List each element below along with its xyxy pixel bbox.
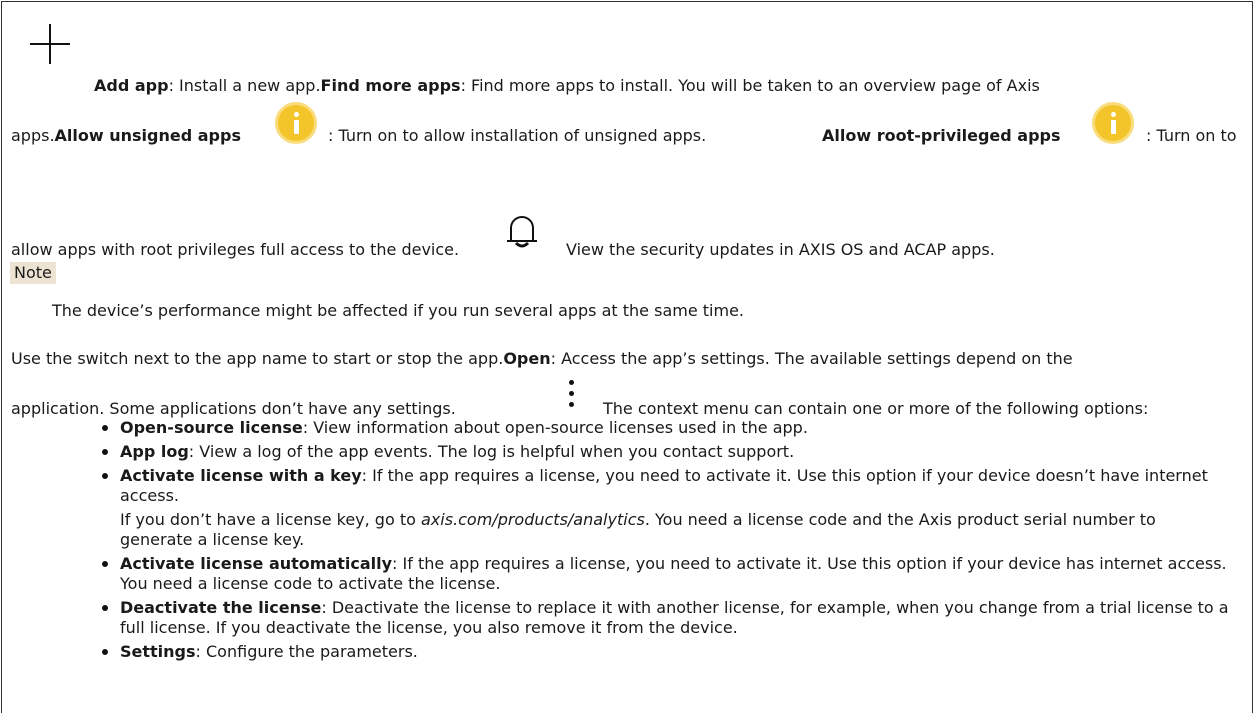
info-icon[interactable] [275, 102, 317, 144]
bell-icon[interactable] [503, 212, 541, 250]
allow-unsigned-label[interactable]: Allow unsigned apps [55, 126, 241, 145]
allow-root-label[interactable]: Allow root-privileged apps [822, 126, 1061, 146]
option-label[interactable]: App log [120, 442, 189, 461]
line-1: Add app: Install a new app.Find more app… [94, 76, 1040, 96]
note-label: Note [10, 262, 56, 284]
option-desc: : View a log of the app events. The log … [188, 442, 795, 461]
open-label[interactable]: Open [503, 349, 550, 368]
context-options-list: Open-source license: View information ab… [102, 418, 1232, 666]
security-updates-desc: View the security updates in AXIS OS and… [566, 240, 995, 259]
option-label[interactable]: Deactivate the license [120, 598, 321, 617]
option-label[interactable]: Activate license with a key [120, 466, 362, 485]
context-menu-icon-dot [569, 391, 574, 396]
allow-root-desc-cont: allow apps with root privileges full acc… [11, 240, 460, 259]
option-extra: If you don’t have a license key, go to a… [120, 510, 1232, 550]
option-label[interactable]: Settings [120, 642, 196, 661]
open-desc: : Access the app’s settings. The availab… [550, 349, 1073, 368]
option-label[interactable]: Activate license automatically [120, 554, 392, 573]
add-app-label[interactable]: Add app [94, 76, 169, 95]
option-desc: : View information about open-source lic… [302, 418, 808, 437]
list-item: Open-source license: View information ab… [102, 418, 1232, 438]
add-icon[interactable] [30, 24, 70, 64]
analytics-link[interactable]: axis.com/products/analytics [421, 510, 645, 529]
find-more-apps-label[interactable]: Find more apps [321, 76, 461, 95]
list-item: Activate license automatically: If the a… [102, 554, 1232, 594]
find-more-apps-desc-cont: apps. [11, 126, 55, 145]
context-menu-desc: The context menu can contain one or more… [603, 399, 1149, 418]
context-menu-icon-dot [569, 402, 574, 407]
app-switch-line: Use the switch next to the app name to s… [11, 349, 1073, 369]
allow-unsigned-desc: : Turn on to allow installation of unsig… [328, 126, 707, 145]
option-label[interactable]: Open-source license [120, 418, 303, 437]
option-desc: : Configure the parameters. [195, 642, 418, 661]
list-item: Deactivate the license: Deactivate the l… [102, 598, 1232, 638]
note-text: The device’s performance might be affect… [52, 301, 744, 320]
find-more-apps-desc: : Find more apps to install. You will be… [460, 76, 1040, 95]
add-app-desc: : Install a new app. [168, 76, 321, 95]
line-2: apps.Allow unsigned apps [11, 126, 241, 146]
open-desc-cont: application. Some applications don’t hav… [11, 399, 456, 418]
option-extra-text: If you don’t have a license key, go to [120, 510, 421, 529]
list-item: Activate license with a key: If the app … [102, 466, 1232, 550]
context-menu-icon[interactable] [569, 380, 574, 385]
list-item: App log: View a log of the app events. T… [102, 442, 1232, 462]
info-icon[interactable] [1092, 102, 1134, 144]
list-item: Settings: Configure the parameters. [102, 642, 1232, 662]
allow-root-desc: : Turn on to [1146, 126, 1237, 145]
switch-desc: Use the switch next to the app name to s… [11, 349, 504, 368]
